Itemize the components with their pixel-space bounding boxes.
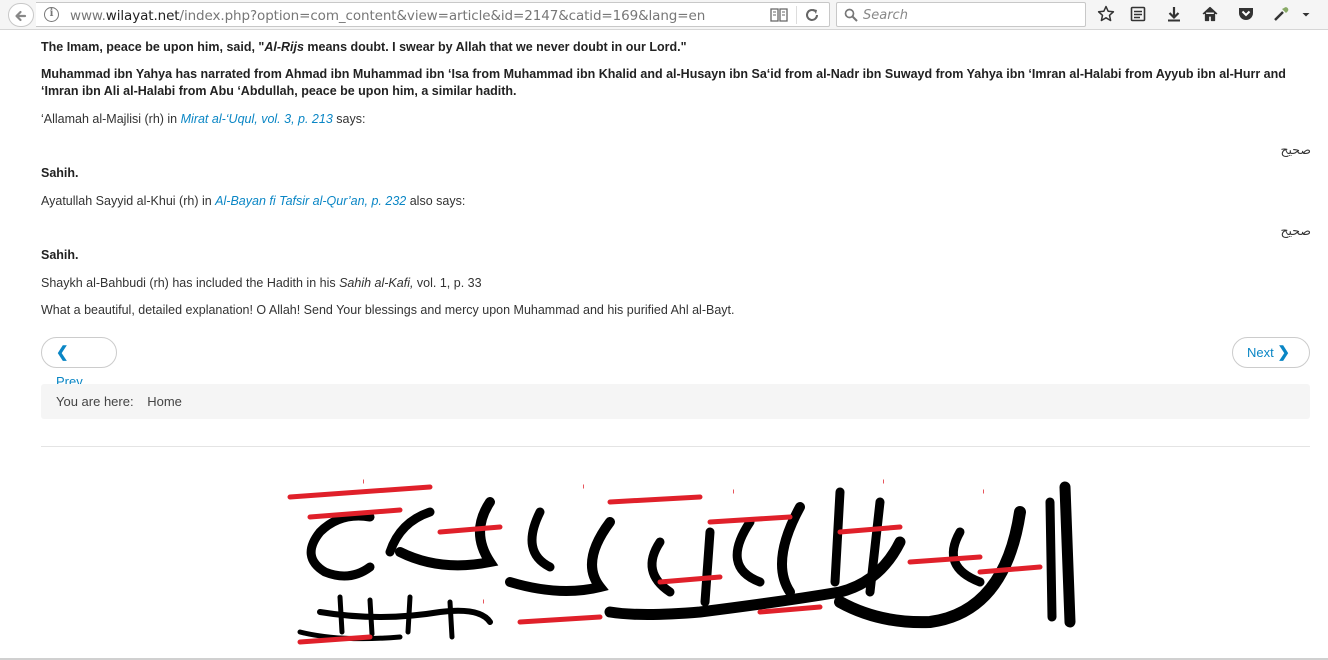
breadcrumb-prefix: You are here: <box>56 394 134 409</box>
svg-text:ٰ: ٰ <box>983 490 984 494</box>
salawat-calligraphy-image: ٰٰٰ ٰٰٰ <box>287 480 1076 645</box>
breadcrumb: You are here: Home <box>41 384 1310 419</box>
sahih-label-1: Sahih. <box>41 166 79 180</box>
url-text[interactable]: www.wilayat.net/index.php?option=com_con… <box>70 8 705 24</box>
divider <box>41 446 1310 447</box>
bookmark-star-icon[interactable] <box>1097 5 1115 23</box>
svg-text:ٰ: ٰ <box>883 480 884 484</box>
search-input[interactable] <box>863 6 1073 24</box>
chevron-right-icon: ❯ <box>1277 344 1290 361</box>
closing-paragraph: What a beautiful, detailed explanation! … <box>41 303 735 317</box>
url-bar[interactable]: i www.wilayat.net/index.php?option=com_c… <box>36 2 830 27</box>
arabic-grading-2: صحيح <box>1280 223 1311 238</box>
arabic-grading-1: صحيح <box>1280 142 1311 157</box>
reader-view-icon[interactable] <box>770 8 788 22</box>
home-icon[interactable] <box>1201 5 1219 23</box>
reload-icon[interactable] <box>804 7 820 23</box>
svg-text:ٰ: ٰ <box>483 600 484 604</box>
chevron-left-icon: ❮ <box>56 344 69 361</box>
chain-of-narration-paragraph: Muhammad ibn Yahya has narrated from Ahm… <box>41 67 1286 98</box>
mirat-al-uqul-link[interactable]: Mirat al-‘Uqul, vol. 3, p. 213 <box>181 112 333 126</box>
eyedropper-icon[interactable] <box>1272 5 1290 23</box>
url-separator <box>796 6 797 24</box>
next-button[interactable]: Next ❯ <box>1232 337 1310 368</box>
pocket-icon[interactable] <box>1237 5 1255 23</box>
breadcrumb-home-link[interactable]: Home <box>147 394 182 409</box>
sahih-label-2: Sahih. <box>41 248 79 262</box>
prev-button[interactable]: ❮ Prev <box>41 337 117 389</box>
quote-paragraph: The Imam, peace be upon him, said, "Al-R… <box>41 40 687 54</box>
search-icon <box>844 8 858 22</box>
next-label: Next <box>1247 345 1274 360</box>
svg-text:ٰ: ٰ <box>733 490 734 494</box>
svg-text:ٰ: ٰ <box>583 485 584 489</box>
back-arrow-icon <box>15 10 27 22</box>
al-bayan-link[interactable]: Al-Bayan fi Tafsir al-Qur’an, p. 232 <box>215 194 406 208</box>
browser-toolbar: i www.wilayat.net/index.php?option=com_c… <box>0 0 1328 30</box>
search-bar[interactable] <box>836 2 1086 27</box>
khui-paragraph: Ayatullah Sayyid al-Khui (rh) in Al-Baya… <box>41 194 466 208</box>
svg-text:ٰ: ٰ <box>363 480 364 484</box>
bahbudi-paragraph: Shaykh al-Bahbudi (rh) has included the … <box>41 276 482 290</box>
majlisi-paragraph: ‘Allamah al-Majlisi (rh) in Mirat al-‘Uq… <box>41 112 366 126</box>
info-icon[interactable]: i <box>44 7 59 22</box>
reading-list-icon[interactable] <box>1129 5 1147 23</box>
download-icon[interactable] <box>1165 5 1183 23</box>
menu-chevron-icon[interactable] <box>1300 5 1312 23</box>
back-button[interactable] <box>8 3 34 27</box>
